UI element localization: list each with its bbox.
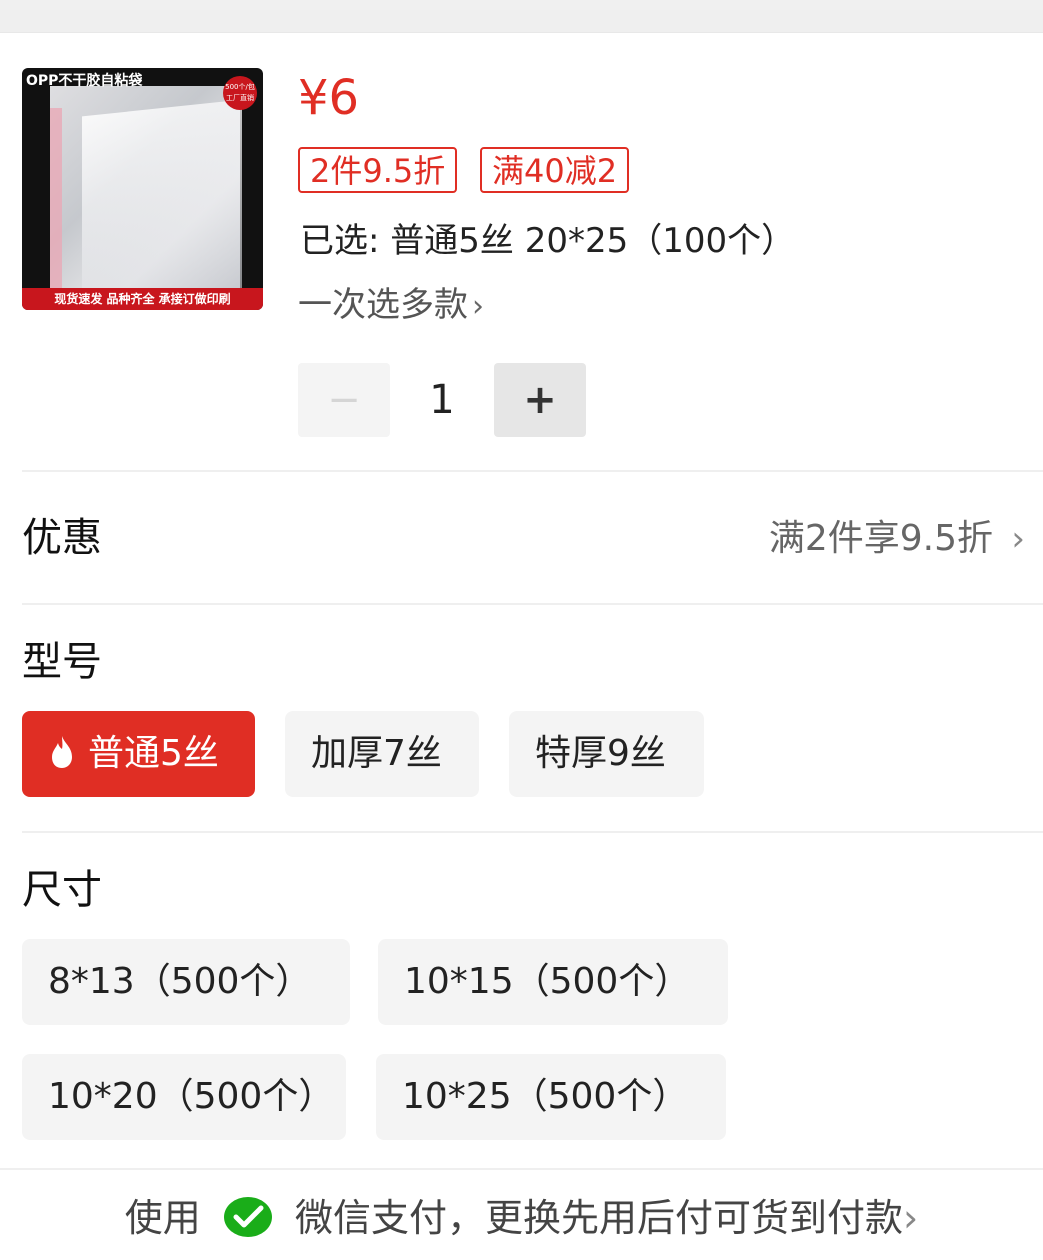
quantity-value[interactable]: 1 (420, 370, 464, 430)
multi-select-link[interactable]: 一次选多款 › (298, 280, 484, 332)
thumbnail-title: OPP不干胶自粘袋 (26, 73, 143, 89)
chevron-right-icon: › (472, 289, 484, 324)
chevron-right-icon: › (903, 1196, 919, 1240)
size-option[interactable]: 10*25（500个） (376, 1054, 726, 1140)
size-option[interactable]: 8*13（500个） (22, 939, 350, 1025)
size-option[interactable]: 10*20（500个） (22, 1054, 346, 1140)
promo-value[interactable]: 满2件享9.5折 (769, 514, 993, 564)
promo-title: 优惠 (22, 515, 102, 561)
payment-bar[interactable]: 使用 微信支付，更换先用后付可货到付款› (0, 1188, 1043, 1248)
top-bar (0, 0, 1043, 33)
payment-prefix: 使用 (124, 1196, 201, 1240)
divider (0, 1168, 1043, 1170)
size-option[interactable]: 10*15（500个） (378, 939, 728, 1025)
selected-spec: 已选: 普通5丝 20*25（100个） (300, 221, 796, 261)
thumbnail-seal: 500个/包 工厂直销 (223, 76, 257, 110)
discount-tag: 2件9.5折 (298, 147, 458, 193)
model-option-extra-thick[interactable]: 特厚9丝 (509, 711, 704, 797)
divider (22, 470, 1043, 472)
flame-icon (52, 736, 72, 768)
divider (22, 831, 1043, 833)
wechat-pay-icon (223, 1196, 272, 1237)
product-thumbnail[interactable]: OPP不干胶自粘袋 500个/包 工厂直销 现货速发 品种齐全 承接订做印刷 (22, 68, 263, 310)
thumbnail-footer: 现货速发 品种齐全 承接订做印刷 (22, 288, 263, 310)
model-option-standard[interactable]: 普通5丝 (22, 711, 255, 797)
divider (22, 603, 1043, 605)
price: ¥6 (298, 70, 360, 126)
coupon-tag: 满40减2 (480, 147, 630, 193)
model-option-thick[interactable]: 加厚7丝 (285, 711, 479, 797)
quantity-increase-button[interactable]: + (494, 363, 586, 437)
model-title: 型号 (22, 639, 102, 685)
payment-text: 微信支付，更换先用后付可货到付款 (294, 1196, 903, 1240)
size-title: 尺寸 (22, 867, 102, 913)
chevron-right-icon[interactable]: › (1011, 514, 1025, 564)
quantity-decrease-button[interactable]: − (298, 363, 390, 437)
